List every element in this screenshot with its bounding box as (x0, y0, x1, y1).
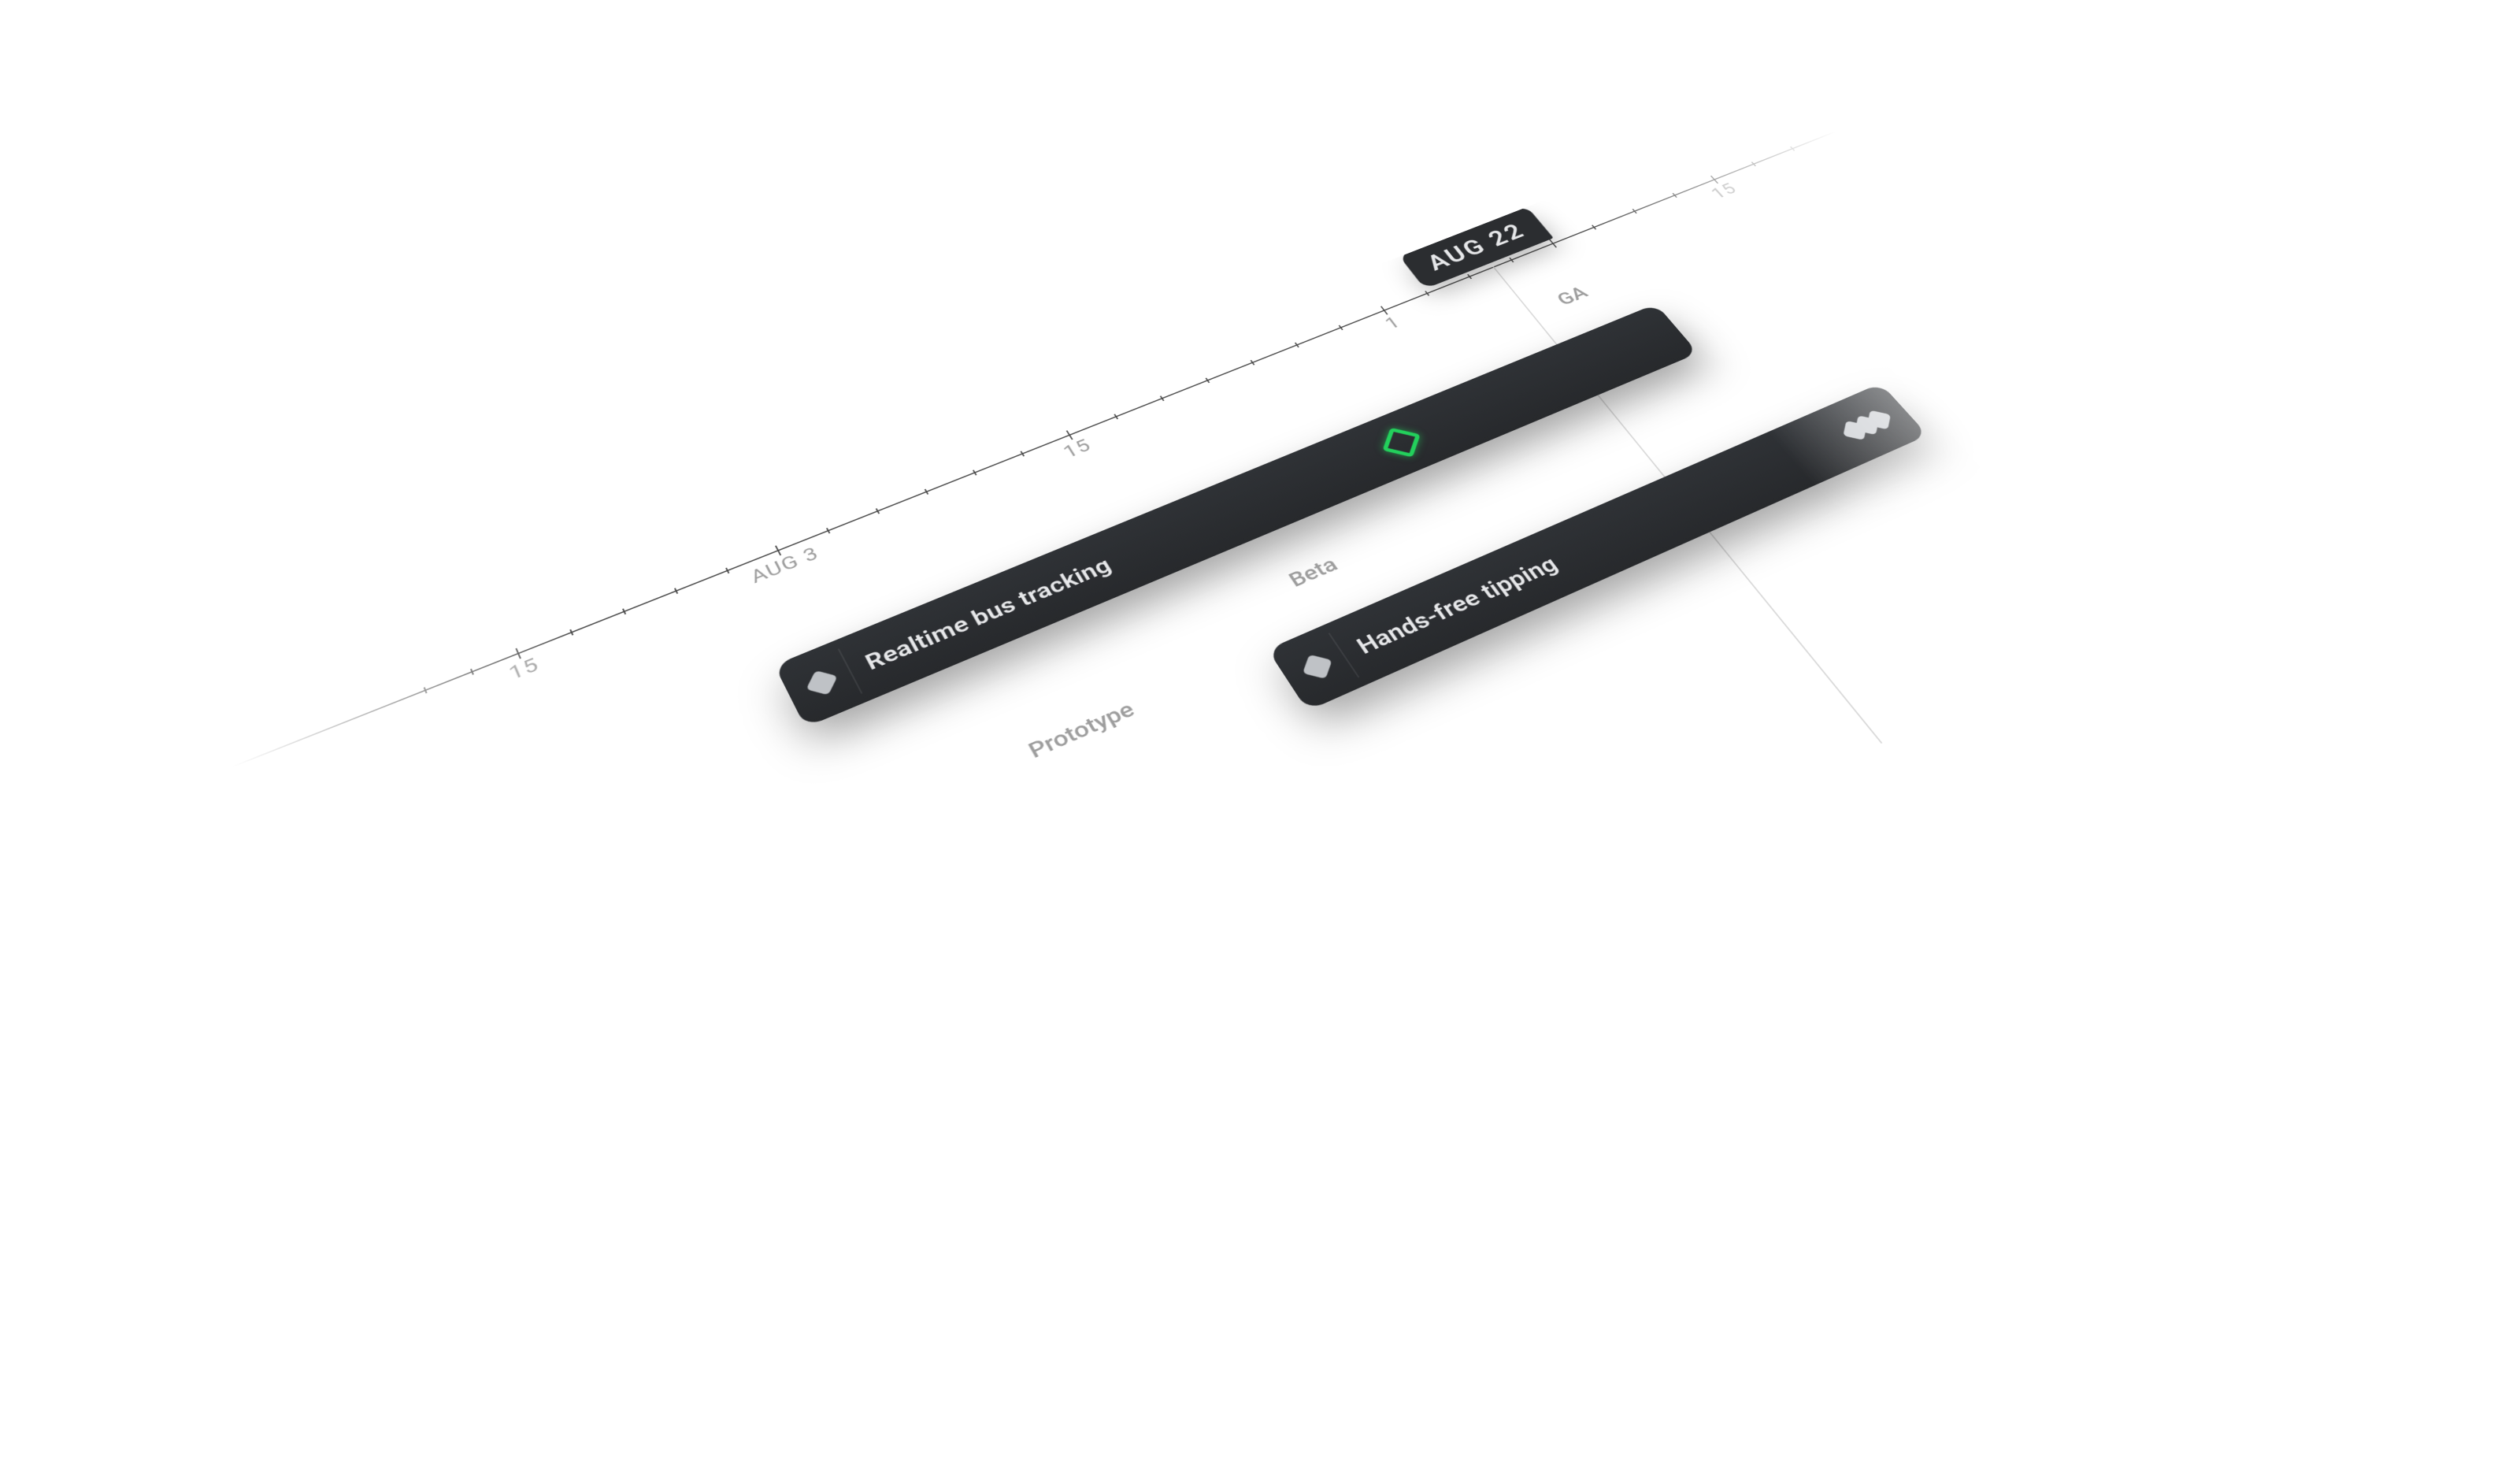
axis-tick (1790, 147, 1795, 151)
axis-tick (569, 629, 573, 636)
today-date-tag[interactable]: AUG 22 (1399, 206, 1554, 289)
axis-tick (826, 528, 830, 533)
axis-tick (1380, 306, 1388, 314)
axis-tick (1751, 161, 1756, 166)
axis-tick (1020, 451, 1025, 456)
axis-tick (925, 489, 929, 495)
axis-tick-label: 15 (1059, 435, 1095, 462)
milestone-label[interactable]: GA (1552, 282, 1592, 310)
axis-tick (1160, 395, 1165, 401)
milestone-label[interactable]: Prototype (1024, 696, 1139, 763)
axis-tick (1467, 274, 1472, 279)
milestone-diamond-icon (1303, 655, 1332, 679)
axis-tick (1710, 176, 1718, 184)
axis-tick (1251, 360, 1255, 366)
axis-tick (725, 568, 729, 574)
axis-tick (470, 669, 474, 675)
timeline-scene: 15 AUG 3 15 1 15 AUG 22 Realtime bus trackin… (217, 99, 2256, 1437)
axis-tick (1295, 343, 1299, 348)
axis-tick (1114, 414, 1118, 419)
axis-tick (674, 588, 678, 594)
timeline-bar-realtime[interactable]: Realtime bus tracking (774, 304, 1698, 728)
axis-tick-label: 1 (1381, 313, 1405, 333)
axis-tick (424, 687, 428, 693)
axis-tick (1339, 325, 1343, 331)
bar-divider (1328, 633, 1359, 677)
axis-tick (876, 508, 880, 514)
axis-tick (775, 545, 781, 555)
fade-mask: 15 AUG 3 15 1 15 AUG 22 Realtime bus trackin… (217, 99, 2256, 1437)
milestone-diamond-icon (1867, 410, 1891, 430)
bar-divider (838, 648, 863, 694)
axis-tick (1425, 291, 1429, 295)
stage: 15 AUG 3 15 1 15 AUG 22 Realtime bus trackin… (0, 0, 2520, 1276)
bar-title: Realtime bus tracking (861, 553, 1116, 676)
milestone-diamond-icon (1855, 415, 1879, 435)
timeline-bar-handsfree[interactable]: Hands-free tipping (1267, 383, 1928, 711)
axis-tick (1066, 430, 1073, 440)
axis-tick (1549, 239, 1557, 248)
axis-tick (622, 608, 626, 614)
milestone-label[interactable]: Beta (1284, 552, 1342, 592)
axis-tick (1592, 225, 1596, 229)
milestone-group-icon (1840, 410, 1893, 441)
milestone-diamond-icon (806, 670, 838, 695)
axis-tick (1205, 378, 1210, 384)
milestone-diamond-icon (1843, 421, 1866, 440)
axis-tick (1672, 193, 1677, 198)
axis-tick-label: 15 (1707, 180, 1742, 202)
milestone-diamond-active-icon (1383, 428, 1421, 458)
axis-tick (515, 648, 521, 659)
axis-tick-label: 15 (506, 653, 543, 685)
axis-tick (1509, 258, 1514, 262)
axis-tick (1632, 209, 1637, 213)
today-marker-line[interactable] (1492, 266, 1943, 818)
timeline-axis: 15 AUG 3 15 1 15 (232, 131, 1860, 804)
axis-tick-label: AUG 3 (747, 543, 823, 588)
axis-tick (973, 469, 977, 475)
bar-title: Hands-free tipping (1352, 551, 1563, 659)
